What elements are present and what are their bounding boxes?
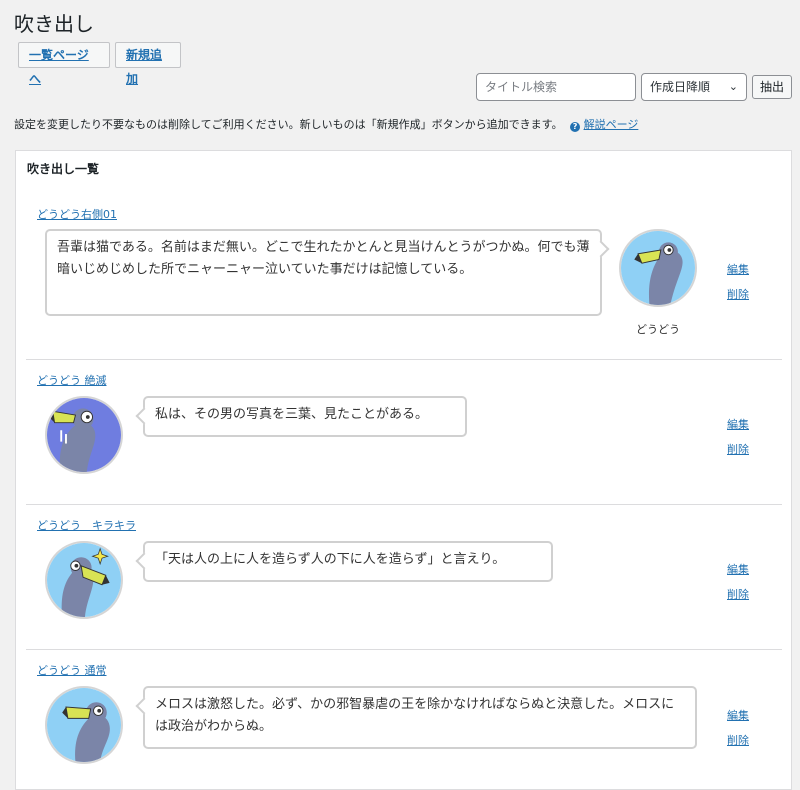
avatar: [45, 686, 123, 764]
title-search-input[interactable]: [476, 73, 636, 101]
delete-link[interactable]: 削除: [727, 586, 749, 602]
bubble-text: 私は、その男の写真を三葉、見たことがある。: [155, 407, 429, 422]
avatar-name: どうどう: [636, 323, 680, 336]
speech-bubble: メロスは激怒した。必ず、かの邪智暴虐の王を除かなければならぬと決意した。メロスに…: [135, 686, 697, 749]
delete-link[interactable]: 削除: [727, 441, 749, 457]
help-link[interactable]: 解説ページ: [584, 118, 639, 131]
description: 設定を変更したり不要なものは削除してご利用ください。新しいものは「新規作成」ボタ…: [14, 116, 638, 132]
add-new-button[interactable]: 新規追加: [115, 42, 181, 86]
balloon-list-panel: 吹き出し一覧 どうどう右側01 吾輩は猫である。名前はまだ無い。どこで生れたかと…: [15, 150, 792, 790]
list-page-button[interactable]: 一覧ページへ: [18, 42, 110, 86]
chevron-down-icon: ⌄: [728, 80, 738, 93]
divider: [26, 649, 782, 650]
speech-bubble: 吾輩は猫である。名前はまだ無い。どこで生れたかとんと見当けんとうがつかぬ。何でも…: [45, 229, 610, 316]
bubble-text: 吾輩は猫である。名前はまだ無い。どこで生れたかとんと見当けんとうがつかぬ。何でも…: [57, 240, 590, 277]
extract-button[interactable]: 抽出: [752, 75, 792, 99]
sort-order-select[interactable]: 作成日降順 ⌄: [641, 73, 747, 101]
avatar: [45, 541, 123, 619]
dodo-bird-icon: [621, 231, 695, 305]
delete-link[interactable]: 削除: [727, 732, 749, 748]
edit-link[interactable]: 編集: [727, 261, 749, 277]
item-title-link[interactable]: どうどう キラキラ: [37, 517, 136, 533]
divider: [26, 359, 782, 360]
speech-bubble: 私は、その男の写真を三葉、見たことがある。: [135, 396, 467, 437]
avatar: [619, 229, 697, 307]
bubble-text: 「天は人の上に人を造らず人の下に人を造らず」と言えり。: [155, 552, 506, 567]
divider: [26, 504, 782, 505]
edit-link[interactable]: 編集: [727, 416, 749, 432]
panel-title: 吹き出し一覧: [27, 162, 100, 176]
page-title: 吹き出し: [14, 12, 94, 36]
bubble-text: メロスは激怒した。必ず、かの邪智暴虐の王を除かなければならぬと決意した。メロスに…: [155, 697, 675, 734]
description-text: 設定を変更したり不要なものは削除してご利用ください。新しいものは「新規作成」ボタ…: [14, 118, 563, 131]
item-title-link[interactable]: どうどう 絶滅: [37, 372, 107, 388]
edit-link[interactable]: 編集: [727, 561, 749, 577]
help-icon: ?: [570, 122, 581, 132]
avatar: [45, 396, 123, 474]
speech-bubble: 「天は人の上に人を造らず人の下に人を造らず」と言えり。: [135, 541, 553, 582]
item-title-link[interactable]: どうどう 通常: [37, 662, 107, 678]
dodo-bird-icon: [47, 688, 121, 762]
item-title-link[interactable]: どうどう右側01: [37, 206, 117, 222]
delete-link[interactable]: 削除: [727, 286, 749, 302]
dodo-bird-sparkle-icon: [47, 543, 121, 617]
sort-order-value: 作成日降順: [650, 80, 711, 94]
edit-link[interactable]: 編集: [727, 707, 749, 723]
dodo-bird-extinct-icon: [47, 398, 121, 472]
